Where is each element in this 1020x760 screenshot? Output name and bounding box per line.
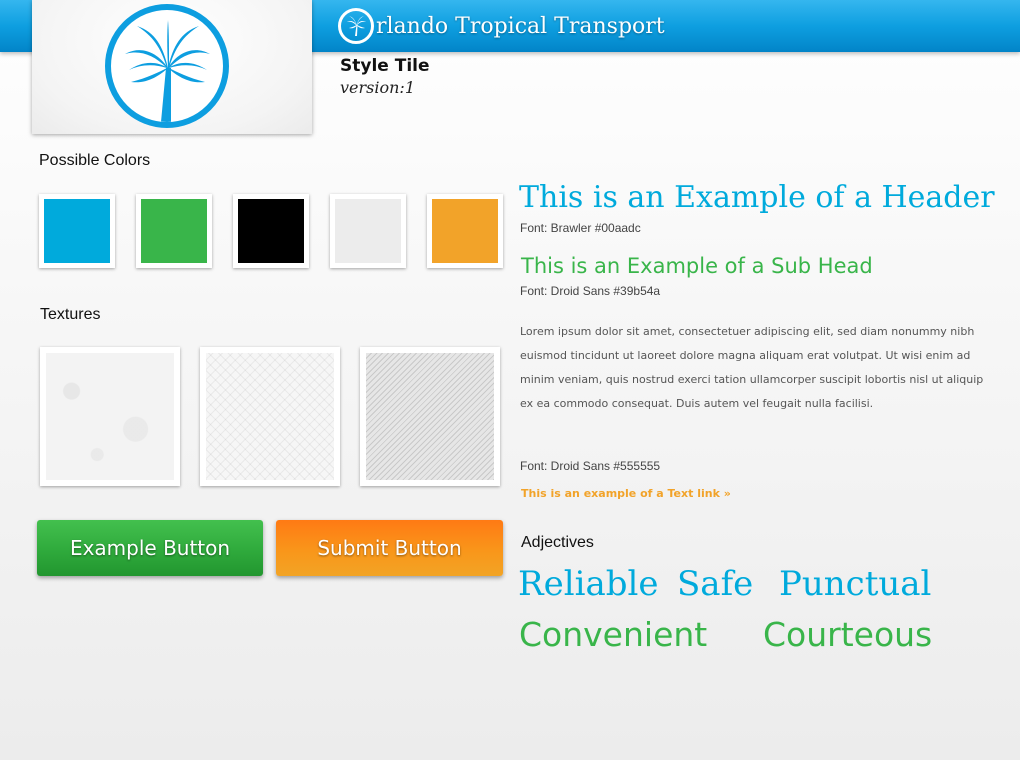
swatch-fill	[432, 199, 498, 263]
color-swatch-light-gray	[330, 194, 406, 268]
adjective-convenient: Convenient	[519, 615, 708, 654]
swatch-fill	[238, 199, 304, 263]
swatch-fill	[141, 199, 207, 263]
submit-button[interactable]: Submit Button	[276, 520, 503, 576]
possible-colors-heading: Possible Colors	[39, 152, 151, 169]
brand-name: rlando Tropical Transport	[376, 13, 665, 39]
style-tile-title: Style Tile	[340, 56, 430, 76]
adjective-punctual: Punctual	[779, 564, 932, 604]
texture-fill	[366, 353, 494, 480]
version-label: version:1	[340, 78, 415, 97]
header-example: This is an Example of a Header	[519, 180, 995, 215]
adjective-reliable: Reliable	[518, 564, 659, 604]
color-swatch-orange	[427, 194, 503, 268]
swatch-fill	[335, 199, 401, 263]
body-font-note: Font: Droid Sans #555555	[520, 459, 661, 473]
color-swatch-black	[233, 194, 309, 268]
texture-swatch-mottled	[40, 347, 180, 486]
header-font-note: Font: Brawler #00aadc	[520, 221, 641, 235]
texture-swatch-diagonal	[360, 347, 500, 486]
palm-circle-icon	[338, 8, 374, 44]
subhead-example: This is an Example of a Sub Head	[521, 254, 873, 278]
textures-heading: Textures	[40, 306, 101, 323]
body-text-example: Lorem ipsum dolor sit amet, consectetuer…	[520, 325, 984, 410]
adjective-courteous: Courteous	[763, 615, 933, 654]
texture-fill	[206, 353, 334, 480]
logo-panel	[32, 0, 312, 134]
texture-fill	[46, 353, 174, 480]
color-swatch-green	[136, 194, 212, 268]
swatch-fill	[44, 199, 110, 263]
adjectives-heading: Adjectives	[521, 534, 594, 551]
texture-swatch-crosshatch	[200, 347, 340, 486]
color-swatch-blue	[39, 194, 115, 268]
brand-logo[interactable]: rlando Tropical Transport	[338, 8, 665, 44]
subhead-font-note: Font: Droid Sans #39b54a	[520, 284, 661, 298]
text-link-example[interactable]: This is an example of a Text link »	[521, 487, 731, 500]
palm-tree-logo-icon	[105, 4, 229, 128]
example-button[interactable]: Example Button	[37, 520, 263, 576]
adjective-safe: Safe	[677, 564, 754, 604]
